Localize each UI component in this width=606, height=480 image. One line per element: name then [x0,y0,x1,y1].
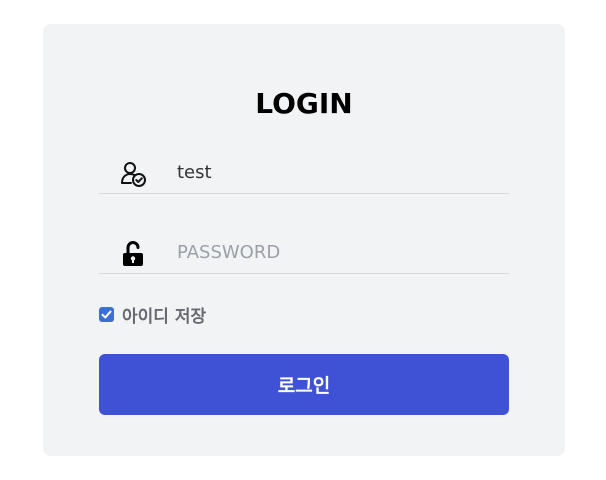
password-input[interactable] [177,238,497,266]
login-button[interactable]: 로그인 [99,354,509,415]
login-title: LOGIN [255,87,353,120]
username-field [99,153,509,194]
user-check-icon [119,160,147,188]
checkmark-icon [101,310,112,318]
login-card: LOGIN test 아이디 저장 로그인 [43,24,565,456]
password-field [99,233,509,274]
remember-id-option[interactable]: 아이디 저장 [99,302,206,327]
remember-id-checkbox[interactable] [99,306,114,322]
lock-open-icon [119,240,147,268]
remember-id-label[interactable]: 아이디 저장 [122,302,206,327]
username-input[interactable] [177,158,497,186]
